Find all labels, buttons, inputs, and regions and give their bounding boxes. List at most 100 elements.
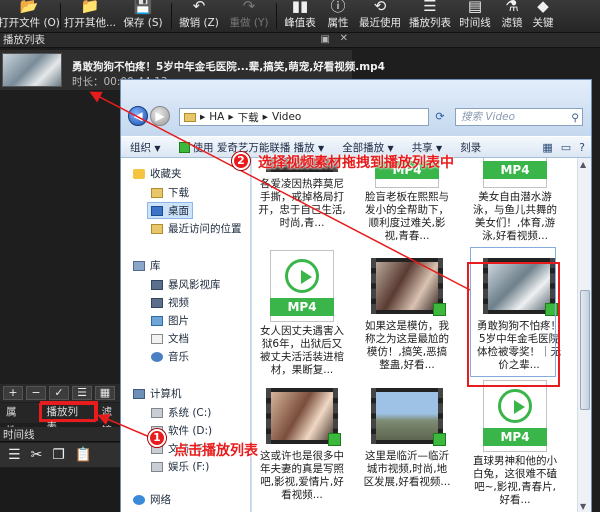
add-item-button[interactable]: + xyxy=(3,386,23,400)
nav-label: 暴风影视库 xyxy=(168,279,221,291)
filter-label: 滤镜 xyxy=(501,17,523,29)
preview-pane-icon[interactable]: ▭ xyxy=(561,141,571,154)
nav-item-computer[interactable]: 计算机 xyxy=(133,386,182,401)
file-item[interactable]: MP4 直球男神和他的小白兔，这很难不磕吧~,影视,青春片,好看... xyxy=(470,380,560,509)
file-item[interactable]: MP4 美女自由潜水游泳，与鱼儿共舞的美女们！,体育,游泳,好看视频... xyxy=(470,158,560,245)
undo-icon: ↶ xyxy=(192,0,206,15)
folder-icon xyxy=(184,112,196,122)
folder-icon xyxy=(151,187,163,198)
keyframe-button[interactable]: ◆ 关键 xyxy=(529,0,557,33)
nav-item-drive-f[interactable]: 娱乐 (F:) xyxy=(151,459,209,474)
player-icon xyxy=(328,433,341,446)
cut-icon[interactable]: ✂ xyxy=(31,447,43,463)
scroll-down-icon[interactable]: ▼ xyxy=(580,502,586,511)
nav-item-music[interactable]: 音乐 xyxy=(151,349,189,364)
file-name: 美女自由潜水游泳，与鱼儿共舞的美女们！,体育,游泳,好看视频... xyxy=(473,191,557,242)
address-bar[interactable]: ▸ HA ▸ 下载 ▸ Video xyxy=(179,108,429,126)
recent-button[interactable]: ⟲ 最近使用 xyxy=(355,0,405,33)
peak-meter-button[interactable]: ▮▮ 峰值表 xyxy=(279,0,321,33)
nav-item-desktop[interactable]: 桌面 xyxy=(147,202,193,219)
pin-icon[interactable]: ▣ xyxy=(321,34,330,45)
mp4-file-icon: MP4 xyxy=(270,250,334,322)
undo-label: 撤销 (Z) xyxy=(179,17,219,29)
timeline-button[interactable]: ▤ 时间线 xyxy=(455,0,495,33)
nav-item-documents[interactable]: 文档 xyxy=(151,331,189,346)
close-icon[interactable]: ✕ xyxy=(340,33,348,44)
search-icon: ⚲ xyxy=(571,112,579,124)
nav-label: 下载 xyxy=(168,187,189,199)
nav-item-video[interactable]: 视频 xyxy=(151,295,189,310)
nav-label: 网络 xyxy=(150,494,171,506)
main-toolbar: 📂 打开文件 (O) 📁 打开其他... 💾 保存 (S) ↶ 撤销 (Z) ↷ 重做 (… xyxy=(0,0,600,33)
redo-button[interactable]: ↷ 重做 (Y) xyxy=(224,0,274,33)
network-icon xyxy=(133,494,145,505)
file-item[interactable]: 这里是临沂—临沂城市视频,时尚,地区发展,好看视频... xyxy=(362,380,452,504)
refresh-icon[interactable]: ⟳ xyxy=(431,108,449,126)
forward-button[interactable]: ▶ xyxy=(150,106,170,126)
timeline-toolbar: ☰ ✂ ❐ 📋 xyxy=(0,443,128,467)
filter-button[interactable]: ⚗ 滤镜 xyxy=(495,0,529,33)
remove-item-button[interactable]: − xyxy=(26,386,46,400)
timeline-area[interactable] xyxy=(0,468,128,512)
player-icon xyxy=(178,142,190,153)
vertical-scrollbar[interactable]: ▲ ▼ xyxy=(577,158,591,512)
back-button[interactable]: ◀ xyxy=(128,106,148,126)
file-item[interactable]: 如果这是模仿，我称之为这是最尬的模仿！,搞笑,恶搞整蛊,好看... xyxy=(362,250,452,374)
help-icon[interactable]: ? xyxy=(579,141,585,154)
step-2-note: 选择视频素材拖拽到播放列表中 xyxy=(258,155,454,171)
list-view-button[interactable]: ☰ xyxy=(72,386,92,400)
scroll-thumb[interactable] xyxy=(580,290,590,410)
view-options-icon[interactable]: ▦ xyxy=(542,141,552,154)
tab-properties[interactable]: 属性 xyxy=(0,403,33,437)
nav-item-favorites[interactable]: 收藏夹 xyxy=(133,166,182,181)
undo-button[interactable]: ↶ 撤销 (Z) xyxy=(174,0,224,33)
mp4-badge: MP4 xyxy=(270,298,334,316)
redo-label: 重做 (Y) xyxy=(229,17,269,29)
file-item[interactable]: MP4 女人因丈夫遇害入狱6年，出狱后又被丈夫活活装进棺材，果断复... xyxy=(257,250,347,379)
file-item[interactable]: 这或许也是很多中年夫妻的真是写照吧,影视,爱情片,好看视频... xyxy=(257,380,347,504)
copy-icon[interactable]: ❐ xyxy=(52,447,65,463)
breadcrumb-ha[interactable]: HA xyxy=(209,111,224,123)
nav-label: 软件 (D:) xyxy=(168,425,213,437)
file-name: 直球男神和他的小白兔，这很难不磕吧~,影视,青春片,好看... xyxy=(473,455,557,506)
file-name: 如果这是模仿，我称之为这是最尬的模仿！,搞笑,恶搞整蛊,好看... xyxy=(365,320,449,371)
nav-label: 库 xyxy=(150,260,161,272)
nav-item-pictures[interactable]: 图片 xyxy=(151,313,189,328)
nav-item-storm-library[interactable]: 暴风影视库 xyxy=(151,277,221,292)
playlist-button[interactable]: ☰ 播放列表 xyxy=(405,0,455,33)
star-icon xyxy=(133,168,145,179)
paste-icon[interactable]: 📋 xyxy=(75,447,92,463)
playlist-tab-red-frame xyxy=(40,401,98,421)
player-icon xyxy=(433,433,446,446)
search-input[interactable]: 搜索 Video ⚲ xyxy=(455,108,583,126)
nav-item-downloads[interactable]: 下载 xyxy=(151,185,189,200)
organize-menu[interactable]: 组织 ▼ xyxy=(121,140,170,155)
properties-button[interactable]: ⓘ 属性 xyxy=(321,0,355,33)
nav-label: 娱乐 (F:) xyxy=(168,461,210,473)
recent-label: 最近使用 xyxy=(359,17,401,29)
breadcrumb-downloads[interactable]: 下载 xyxy=(238,110,259,125)
step-1-note: 点击播放列表 xyxy=(174,443,258,459)
save-icon: 💾 xyxy=(133,0,153,15)
scroll-up-icon[interactable]: ▲ xyxy=(580,160,586,169)
playlist-item-title: 勇敢狗狗不怕疼！5岁中年金毛医院...辈,搞笑,萌宠,好看视频.mp4 xyxy=(72,61,385,73)
video-thumbnail xyxy=(371,258,446,316)
keyframe-icon: ◆ xyxy=(537,0,549,15)
nav-label: 计算机 xyxy=(150,388,182,400)
save-button[interactable]: 💾 保存 (S) xyxy=(117,0,169,33)
nav-item-drive-c[interactable]: 系统 (C:) xyxy=(151,405,211,420)
breadcrumb-video[interactable]: Video xyxy=(272,111,301,123)
nav-item-network[interactable]: 网络 xyxy=(133,492,171,507)
grid-view-button[interactable]: ▦ xyxy=(95,386,115,400)
open-file-button[interactable]: 📂 打开文件 (O) xyxy=(0,0,60,33)
confirm-item-button[interactable]: ✓ xyxy=(49,386,69,400)
burn-button[interactable]: 刻录 xyxy=(451,140,490,155)
timeline-label: 时间线 xyxy=(459,17,491,29)
panel-header-bar: ▣ ✕ xyxy=(128,33,600,48)
view-controls: ▦ ▭ ? xyxy=(542,141,591,154)
nav-item-recent[interactable]: 最近访问的位置 xyxy=(151,221,242,236)
nav-item-library[interactable]: 库 xyxy=(133,258,161,273)
open-other-button[interactable]: 📁 打开其他... xyxy=(63,0,117,33)
nav-label: 最近访问的位置 xyxy=(168,223,242,235)
timeline-menu-icon[interactable]: ☰ xyxy=(8,447,21,463)
